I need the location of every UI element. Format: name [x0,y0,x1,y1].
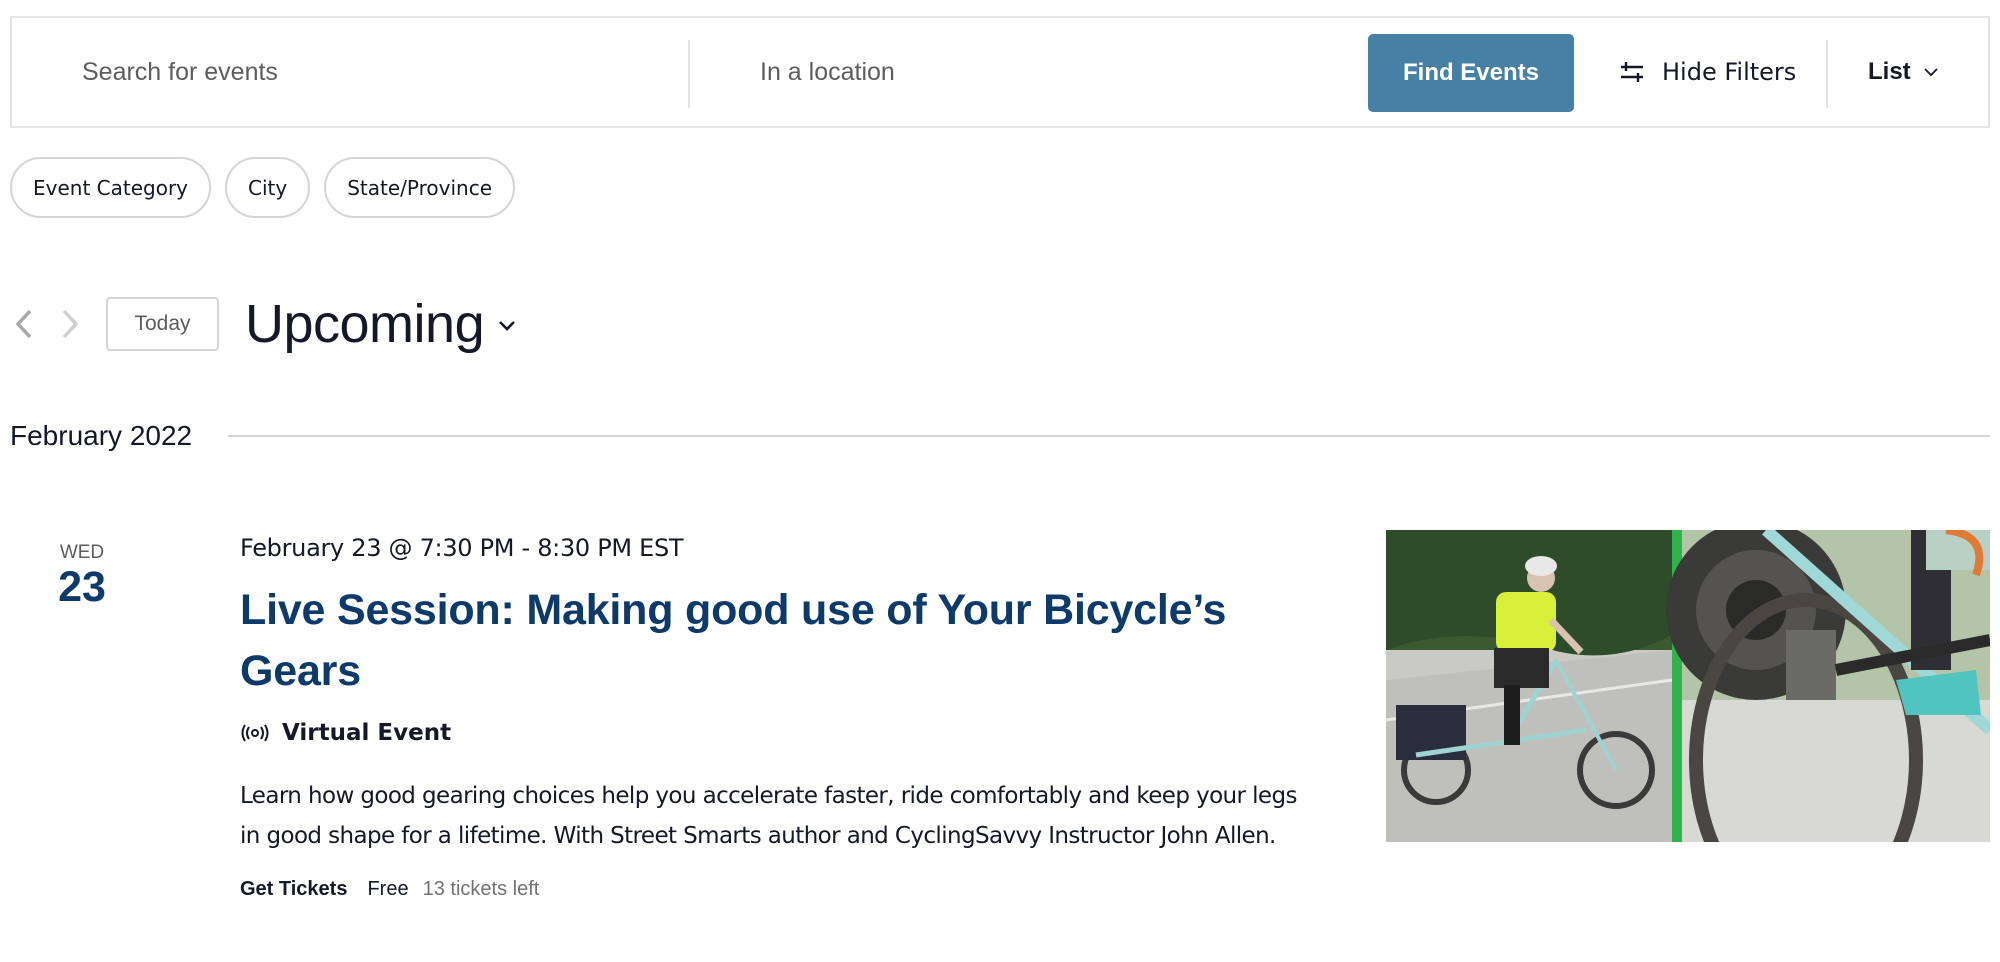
events-nav: Today Upcoming [10,293,516,355]
today-button[interactable]: Today [106,297,219,351]
view-selector[interactable]: List [1868,18,1939,126]
hide-filters-button[interactable]: Hide Filters [1618,18,1796,126]
previous-arrow-icon[interactable] [12,306,36,342]
month-label: February 2022 [10,420,193,451]
date-range-selector[interactable]: Upcoming [245,293,516,355]
filter-state-province[interactable]: State/Province [324,157,515,218]
event-title-link[interactable]: Live Session: Making good use of Your Bi… [240,580,1320,702]
view-selected-label: List [1868,58,1911,85]
event-weekday: WED [59,542,105,563]
event-datetime: February 23 @ 7:30 PM - 8:30 PM EST [240,534,684,562]
view-divider [1826,40,1828,108]
chevron-down-icon [1924,68,1938,77]
event-date-tag: WED 23 [40,542,124,610]
event-price: Free [367,878,409,900]
keyword-search-field[interactable] [82,18,682,126]
virtual-event-badge: Virtual Event [240,720,1320,746]
event-tickets: Get Tickets Free 13 tickets left [240,878,1320,901]
month-divider-line [228,435,1990,437]
event-description: Learn how good gearing choices help you … [240,783,1297,849]
event-day: 23 [58,563,106,611]
filter-city[interactable]: City [225,157,311,218]
find-events-button[interactable]: Find Events [1368,34,1574,112]
hide-filters-label: Hide Filters [1662,58,1797,86]
month-separator: February 2022 [10,420,1990,452]
location-search-input[interactable] [760,57,1320,87]
filter-bar: Event Category City State/Province [10,157,515,218]
chevron-down-icon [499,321,516,331]
virtual-event-label: Virtual Event [282,720,452,746]
search-divider [688,40,690,108]
get-tickets-link[interactable]: Get Tickets [240,878,347,901]
filter-event-category[interactable]: Event Category [10,157,212,218]
keyword-search-input[interactable] [82,57,682,87]
event-featured-image[interactable] [1386,530,1990,842]
location-search-field[interactable] [760,18,1320,126]
next-arrow-icon[interactable] [58,306,82,342]
event-details: February 23 @ 7:30 PM - 8:30 PM EST Live… [240,534,1320,901]
broadcast-icon [241,724,269,742]
bicycle-photo-image [1386,530,1990,842]
filter-toggle-icon [1621,62,1643,82]
events-search-bar: Find Events Hide Filters List [10,16,1990,128]
tickets-remaining: 13 tickets left [422,878,540,900]
date-range-label: Upcoming [245,294,485,354]
